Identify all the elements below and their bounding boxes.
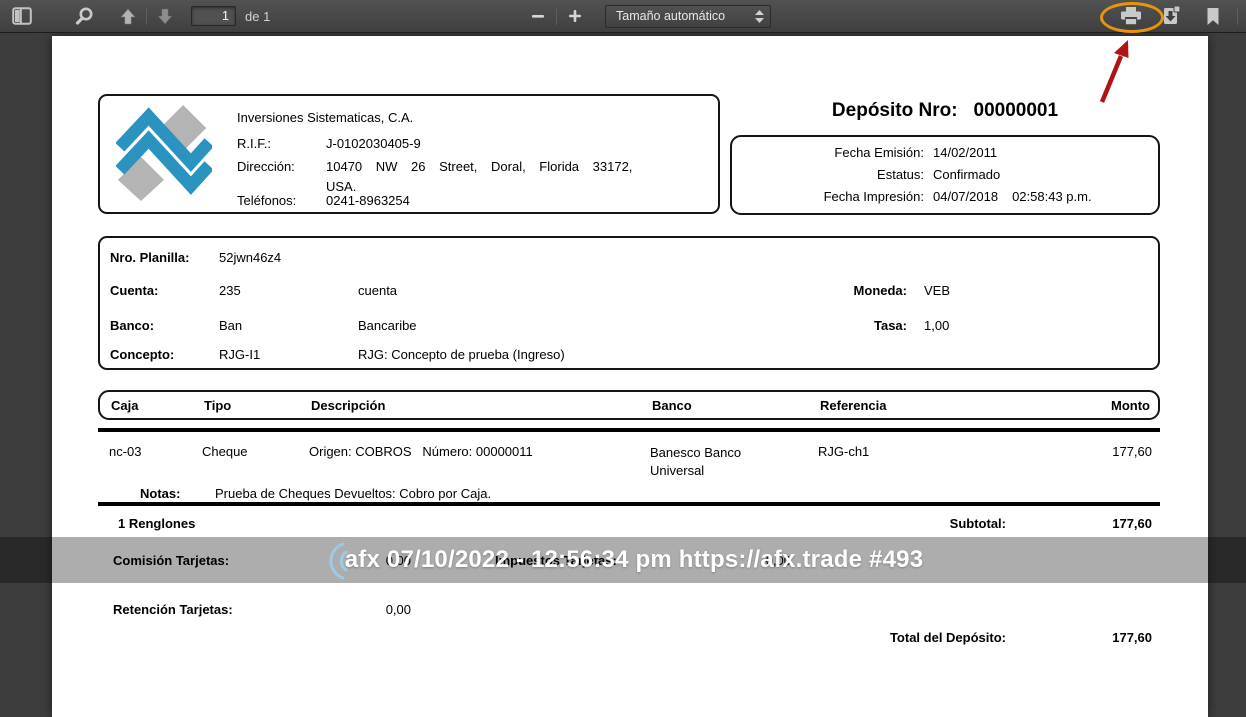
status-label: Estatus: — [877, 167, 924, 182]
bookmark-button[interactable] — [1199, 2, 1227, 30]
deposit-dates-box: Fecha Emisión: 14/02/2011 Estatus: Confi… — [730, 135, 1160, 215]
row-monto: 177,60 — [1112, 444, 1152, 459]
select-spinner-icon — [755, 9, 764, 23]
zoom-mode-value: Tamaño automático — [616, 9, 726, 23]
print-date-row: Fecha Impresión: 04/07/2018 02:58:43 p.m… — [732, 189, 1158, 204]
zoom-out-button[interactable] — [524, 2, 552, 30]
column-header-caja: Caja — [111, 398, 139, 413]
zoom-out-icon — [532, 15, 544, 18]
notas-label: Notas: — [140, 486, 181, 501]
company-name: Inversiones Sistematicas, C.A. — [237, 110, 414, 125]
address-label: Dirección: — [237, 159, 295, 174]
status-value: Confirmado — [933, 167, 1001, 182]
print-highlight-ellipse — [1100, 2, 1164, 33]
table-row: nc-03 Cheque Origen: COBROS Número: 0000… — [98, 444, 1160, 484]
subtotal-label: Subtotal: — [949, 516, 1006, 531]
tasa-value: 1,00 — [924, 318, 950, 333]
toolbar-left-group: de 1 — [8, 0, 270, 32]
row-banco: Banesco Banco Universal — [650, 445, 742, 478]
page-number-input[interactable] — [191, 6, 236, 26]
row-tipo: Cheque — [202, 444, 248, 459]
planilla-label: Nro. Planilla: — [110, 250, 190, 265]
print-date-value: 04/07/2018 — [933, 189, 999, 204]
banco-code: Ban — [219, 318, 243, 333]
column-header-tipo: Tipo — [204, 398, 232, 413]
toolbar-separator — [146, 7, 147, 25]
company-info-box: Inversiones Sistematicas, C.A. R.I.F.: J… — [98, 94, 720, 214]
bookmark-icon — [1207, 7, 1219, 25]
print-date-label: Fecha Impresión: — [823, 189, 924, 204]
page-down-icon — [157, 8, 173, 24]
column-header-monto: Monto — [1111, 398, 1150, 413]
watermark-afx-logo-icon — [329, 542, 348, 580]
address-line1: 10470 NW 26 Street, Doral, Florida 33172… — [326, 159, 633, 174]
phones-value: 0241-8963254 — [326, 193, 410, 208]
search-icon — [75, 7, 93, 25]
page-up-icon — [120, 8, 136, 24]
pdf-page: Inversiones Sistematicas, C.A. R.I.F.: J… — [52, 36, 1208, 717]
rif-label: R.I.F.: — [237, 136, 271, 151]
red-arrow — [1099, 40, 1129, 103]
total-label: Total del Depósito: — [889, 630, 1006, 645]
toolbar-separator — [556, 7, 557, 25]
previous-page-button[interactable] — [114, 2, 142, 30]
row-referencia: RJG-ch1 — [818, 444, 870, 459]
status-row: Estatus: Confirmado — [732, 167, 1158, 182]
search-button[interactable] — [70, 2, 98, 30]
zoom-mode-select[interactable]: Tamaño automático — [605, 4, 771, 28]
deposit-number: 00000001 — [973, 100, 1059, 121]
divider-double-line — [98, 428, 1160, 432]
notas-value: Prueba de Cheques Devueltos: Cobro por C… — [215, 486, 492, 501]
subtotal-value: 177,60 — [1112, 516, 1152, 531]
concepto-label: Concepto: — [110, 347, 175, 362]
cuenta-code: 235 — [219, 283, 241, 298]
renglones-count: 1 Renglones — [118, 516, 196, 531]
print-time-value: 02:58:43 p.m. — [1012, 189, 1092, 204]
banco-label: Banco: — [110, 318, 155, 333]
company-logo — [116, 105, 212, 201]
zoom-in-button[interactable] — [561, 2, 589, 30]
retencion-label: Retención Tarjetas: — [113, 602, 233, 617]
planilla-value: 52jwn46z4 — [219, 250, 282, 265]
pdf-toolbar: de 1 Tamaño automático — [0, 0, 1246, 33]
column-header-banco: Banco — [652, 398, 692, 413]
next-page-button[interactable] — [151, 2, 179, 30]
concepto-name: RJG: Concepto de prueba (Ingreso) — [358, 347, 565, 362]
download-icon — [1164, 6, 1181, 24]
retencion-value: 0,00 — [385, 602, 411, 617]
address-line2: USA. — [326, 179, 357, 194]
column-header-referencia: Referencia — [820, 398, 887, 413]
concepto-code: RJG-I1 — [219, 347, 261, 362]
deposit-title-label: Depósito Nro: — [831, 100, 958, 121]
row-caja: nc-03 — [109, 444, 142, 459]
phones-label: Teléfonos: — [237, 193, 297, 208]
tasa-label: Tasa: — [874, 318, 907, 333]
pdf-viewer-area: Inversiones Sistematicas, C.A. R.I.F.: J… — [0, 33, 1246, 717]
toolbar-separator — [1237, 7, 1238, 25]
total-value: 177,60 — [1112, 630, 1152, 645]
issue-date-row: Fecha Emisión: 14/02/2011 — [732, 145, 1158, 160]
sidebar-toggle-icon — [12, 7, 32, 25]
table-header-box: Caja Tipo Descripción Banco Referencia M… — [98, 390, 1160, 420]
zoom-in-icon — [569, 10, 581, 22]
issue-date-value: 14/02/2011 — [933, 145, 998, 160]
sidebar-toggle-button[interactable] — [8, 2, 36, 30]
cuenta-label: Cuenta: — [110, 283, 159, 298]
issue-date-label: Fecha Emisión: — [834, 145, 924, 160]
row-descripcion: Origen: COBROS Número: 00000011 — [309, 444, 533, 459]
watermark-band: afx 07/10/2022 - 12:56:34 pm https://afx… — [0, 537, 1246, 583]
column-header-descripcion: Descripción — [311, 398, 386, 413]
cuenta-name: cuenta — [358, 283, 398, 298]
deposit-details-box: Nro. Planilla: 52jwn46z4 Cuenta: 235 cue… — [98, 236, 1160, 370]
divider-double-line — [98, 502, 1160, 506]
page-count-label: de 1 — [245, 8, 271, 24]
moneda-value: VEB — [924, 283, 951, 298]
rif-value: J-0102030405-9 — [326, 136, 421, 151]
banco-name: Bancaribe — [358, 318, 417, 333]
watermark-text: afx 07/10/2022 - 12:56:34 pm https://afx… — [344, 546, 924, 573]
toolbar-center-group: Tamaño automático — [524, 0, 771, 32]
moneda-label: Moneda: — [853, 283, 907, 298]
